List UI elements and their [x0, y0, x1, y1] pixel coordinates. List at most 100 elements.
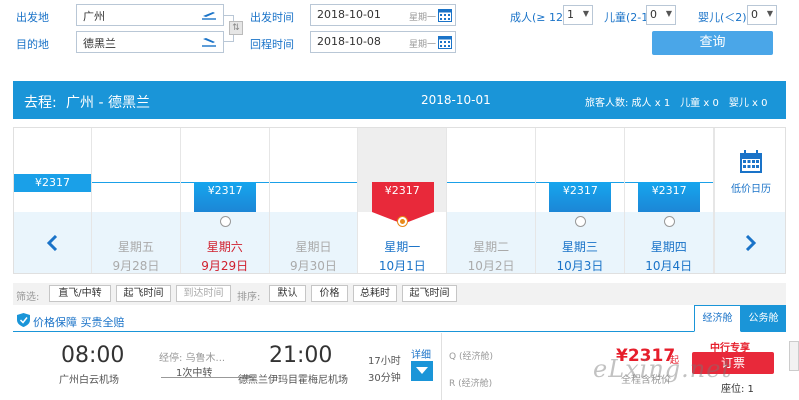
flight-row[interactable]: 08:00 广州白云机场 经停: 乌鲁木... 1次中转 ▶ 21:00 德黑兰…: [13, 333, 786, 400]
calendar-day[interactable]: ¥2317 星期三 10月3日: [536, 128, 625, 273]
calendar-day[interactable]: 星期二 10月2日: [447, 128, 536, 273]
departure-time: 08:00: [61, 343, 125, 368]
day-date: 9月30日: [290, 259, 337, 273]
day-price: ¥2317: [638, 182, 701, 212]
lowest-price-calendar-link[interactable]: 低价日历: [715, 128, 785, 212]
calendar-day[interactable]: ¥2317 星期一 10月1日: [358, 128, 448, 273]
depart-label: 出发时间: [250, 11, 294, 24]
sort-depart-time-button[interactable]: 起飞时间: [402, 285, 457, 302]
return-weekday: 星期一: [409, 40, 437, 50]
lowest-calendar-label: 低价日历: [731, 184, 771, 195]
to-value: 德黑兰: [83, 37, 116, 50]
radio-dot: [400, 219, 406, 224]
details-link[interactable]: 详细: [411, 346, 431, 361]
tab-economy[interactable]: 经济舱: [694, 305, 741, 332]
sort-duration-button[interactable]: 总耗时: [353, 285, 397, 302]
child-select[interactable]: 0 ▼: [646, 5, 676, 25]
arrival-airport: 德黑兰伊玛目霍梅尼机场: [238, 375, 348, 386]
caret-down-icon: ▼: [766, 9, 773, 18]
passenger-count: 旅客人数: 成人 x 1 儿童 x 0 婴儿 x 0: [585, 98, 768, 109]
day-radio[interactable]: [219, 216, 231, 227]
day-weekday: 星期日: [295, 240, 332, 254]
from-label: 出发地: [16, 11, 49, 24]
to-input[interactable]: 德黑兰: [76, 31, 224, 53]
day-weekday: 星期三: [561, 240, 598, 254]
day-weekday: 星期四: [650, 240, 687, 254]
day-date: 10月3日: [556, 259, 604, 273]
guarantee-text: 价格保障 买贵全赔: [33, 316, 125, 329]
depart-date-value: 2018-10-01: [317, 8, 381, 21]
day-date: 9月29日: [201, 259, 249, 273]
scroll-handle[interactable]: [789, 341, 799, 371]
day-date: 9月28日: [112, 259, 160, 273]
day-weekday: 星期六: [206, 240, 243, 254]
infant-select[interactable]: 0 ▼: [747, 5, 777, 25]
watermark: eLxing.net: [593, 355, 733, 383]
next-week-button[interactable]: [715, 212, 785, 273]
calendar-icon[interactable]: [438, 8, 452, 22]
filter-bar: 筛选: 直飞/中转 起飞时间 到达时间 排序: 默认 价格 总耗时 起飞时间: [13, 283, 786, 305]
route-title: 广州 - 德黑兰: [66, 95, 150, 111]
return-date-input[interactable]: 2018-10-08 星期一: [310, 31, 456, 53]
to-label: 目的地: [16, 38, 49, 51]
day-date: 10月4日: [645, 259, 693, 273]
direction-label: 去程:: [24, 95, 57, 111]
depart-weekday: 星期一: [409, 13, 437, 23]
day-strip: 星期五 9月28日 ¥2317 星期六 9月29日 星期日 9月30日 ¥2317 星期一 10月…: [92, 128, 714, 273]
sort-price-button[interactable]: 价格: [311, 285, 348, 302]
query-button[interactable]: 查询: [652, 31, 773, 55]
infant-value: 0: [751, 8, 758, 21]
caret-down-icon: ▼: [582, 9, 589, 18]
calendar-icon: [740, 150, 762, 173]
calendar-day[interactable]: 星期五 9月28日: [92, 128, 181, 273]
adult-label: 成人(≥ 12): [510, 11, 568, 24]
plane-landing-icon: [202, 38, 216, 47]
chevron-right-icon: [745, 235, 757, 251]
calendar-day[interactable]: ¥2317 星期六 9月29日: [181, 128, 270, 273]
infant-label: 婴儿(＜2): [698, 11, 747, 24]
calendar-day[interactable]: ¥2317 星期四 10月4日: [625, 128, 714, 273]
day-price: ¥2317: [549, 182, 612, 212]
from-input[interactable]: 广州: [76, 4, 224, 26]
filter-arrive-time-button[interactable]: 到达时间: [176, 285, 231, 302]
day-date: 10月2日: [467, 259, 515, 273]
stopover-info: 经停: 乌鲁木...: [159, 353, 226, 364]
shield-icon: [17, 313, 30, 327]
depart-date-input[interactable]: 2018-10-01 星期一: [310, 4, 456, 26]
route-banner: 去程: 广州 - 德黑兰 2018-10-01 旅客人数: 成人 x 1 儿童 …: [13, 81, 786, 119]
day-weekday: 星期二: [473, 240, 510, 254]
arrival-time: 21:00: [269, 343, 333, 368]
day-weekday: 星期五: [117, 240, 154, 254]
tab-business[interactable]: 公务舱: [741, 305, 786, 332]
filter-depart-time-button[interactable]: 起飞时间: [116, 285, 171, 302]
filter-direct-button[interactable]: 直飞/中转: [49, 285, 111, 302]
class-r: R (经济舱): [449, 379, 493, 389]
chevron-down-icon: [416, 367, 428, 374]
prev-week-button[interactable]: [14, 212, 91, 273]
price-calendar: ¥2317 星期五 9月28日 ¥2317 星期六 9月29日 星期日 9月30日 ¥2317…: [13, 127, 786, 274]
banner-date: 2018-10-01: [421, 93, 491, 107]
departure-airport: 广州白云机场: [59, 375, 119, 386]
guarantee-row: 价格保障 买贵全赔 经济舱 公务舱: [13, 305, 786, 332]
prev-price: ¥2317: [14, 174, 91, 192]
swap-icon[interactable]: ⇅: [229, 21, 243, 35]
day-date: 10月1日: [378, 259, 426, 273]
return-date-value: 2018-10-08: [317, 35, 381, 48]
sort-label: 排序:: [237, 292, 261, 303]
duration-minutes: 30分钟: [368, 373, 401, 384]
calendar-icon[interactable]: [438, 35, 452, 49]
day-price: ¥2317: [384, 184, 420, 197]
class-q: Q (经济舱): [449, 352, 493, 362]
sort-default-button[interactable]: 默认: [269, 285, 306, 302]
day-price: ¥2317: [194, 182, 257, 212]
adult-select[interactable]: 1 ▼: [563, 5, 593, 25]
duration-hours: 17小时: [368, 356, 401, 367]
caret-down-icon: ▼: [665, 9, 672, 18]
child-value: 0: [650, 8, 657, 21]
from-value: 广州: [83, 10, 105, 23]
divider: [441, 333, 442, 400]
calendar-day[interactable]: 星期日 9月30日: [270, 128, 359, 273]
day-radio[interactable]: [574, 216, 586, 227]
expand-details-button[interactable]: [411, 361, 433, 381]
day-radio[interactable]: [663, 216, 675, 227]
